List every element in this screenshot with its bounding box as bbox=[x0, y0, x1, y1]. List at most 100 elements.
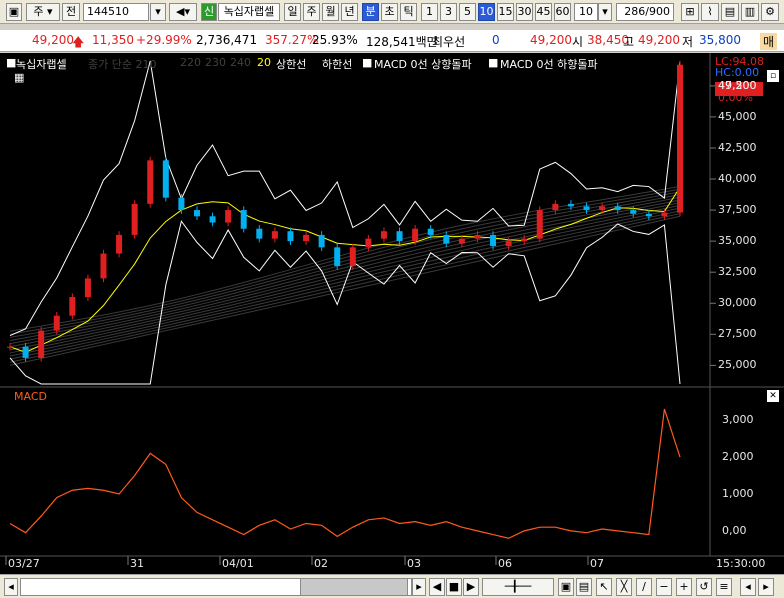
candle bbox=[256, 228, 263, 239]
range-value: 286 bbox=[624, 5, 646, 18]
count-input[interactable]: 10 bbox=[574, 3, 598, 21]
candle bbox=[116, 234, 123, 254]
grid-icon[interactable]: ⊞ bbox=[681, 3, 699, 21]
candle bbox=[193, 210, 200, 217]
window-icon[interactable]: ▣ bbox=[6, 3, 22, 21]
macd-tick-label: 3,000 bbox=[722, 413, 754, 427]
num-60[interactable]: 60 bbox=[554, 3, 571, 21]
plus-icon[interactable]: + bbox=[676, 578, 692, 596]
candle bbox=[645, 213, 652, 217]
macd-tick-label: 1,000 bbox=[722, 486, 754, 500]
crosshair-icon[interactable]: ╳ bbox=[616, 578, 632, 596]
candle bbox=[521, 238, 528, 242]
candle bbox=[7, 346, 13, 348]
up-arrow-icon: 🡅 bbox=[72, 35, 85, 49]
candle bbox=[225, 210, 232, 223]
scroll-right-icon[interactable]: ▸ bbox=[412, 578, 426, 596]
legend-item-lower[interactable]: 하한선 bbox=[322, 56, 352, 72]
grid-toggle-icon[interactable]: ▦ bbox=[14, 71, 24, 84]
stop-icon[interactable]: ■ bbox=[446, 578, 462, 596]
candle bbox=[84, 278, 91, 298]
market-select[interactable]: 주 ▾ bbox=[26, 3, 60, 21]
tf-day[interactable]: 일 bbox=[284, 3, 301, 21]
code-dropdown-icon[interactable]: ▾ bbox=[150, 3, 166, 21]
scroll-left-icon[interactable]: ◂ bbox=[4, 578, 18, 596]
candle bbox=[100, 253, 107, 279]
candle bbox=[318, 234, 325, 248]
quote-amount: 128,541백만 bbox=[366, 35, 438, 49]
chart-window: ▣ 주 ▾ 전 144510 ▾ ◀▾ 신 녹십자랩셀 일 주 월 년 분 초 … bbox=[0, 0, 784, 598]
num-1[interactable]: 1 bbox=[421, 3, 438, 21]
list-icon[interactable]: ≡ bbox=[716, 578, 732, 596]
prev-icon[interactable]: ◀ bbox=[429, 578, 445, 596]
tf-year[interactable]: 년 bbox=[341, 3, 358, 21]
tf-minute[interactable]: 분 bbox=[362, 3, 379, 21]
cursor-icon[interactable]: ↖ bbox=[596, 578, 612, 596]
quote-bar: 49,200 🡅 11,350 +29.99% 2,736,471 357.27… bbox=[0, 30, 784, 52]
quote-zero: 0 bbox=[492, 33, 500, 47]
zoom-out-icon[interactable]: ▤ bbox=[576, 578, 592, 596]
candle bbox=[380, 231, 387, 239]
time-axis: 03/27 31 04/01 02 03 06 07 bbox=[0, 557, 784, 573]
macd-title: MACD bbox=[14, 390, 47, 403]
quote-price: 49,200 bbox=[32, 33, 74, 47]
candle bbox=[365, 238, 372, 248]
reset-icon[interactable]: ↺ bbox=[696, 578, 712, 596]
legend-item-240[interactable]: 240 bbox=[230, 56, 251, 69]
high-label: 고 bbox=[623, 35, 635, 49]
legend-item-230[interactable]: 230 bbox=[205, 56, 226, 69]
next-icon[interactable]: ▶ bbox=[463, 578, 479, 596]
market-label: 주 bbox=[33, 5, 44, 18]
chart-area bbox=[0, 53, 784, 598]
num-30[interactable]: 30 bbox=[516, 3, 533, 21]
macd-close-icon[interactable]: ✕ bbox=[767, 390, 779, 402]
range-total: /900 bbox=[645, 5, 670, 18]
legend-item-macd-down[interactable]: MACD 0선 하향돌파 bbox=[500, 56, 598, 72]
quote-high: 49,200 bbox=[638, 33, 680, 47]
time-tick-label: 06 bbox=[498, 557, 512, 570]
tf-tick[interactable]: 틱 bbox=[400, 3, 417, 21]
num-45[interactable]: 45 bbox=[535, 3, 552, 21]
num-10[interactable]: 10 bbox=[478, 3, 495, 21]
range-display: 286/900 bbox=[616, 3, 674, 21]
legend-item-stock[interactable]: 녹십자랩셀 bbox=[16, 56, 67, 72]
time-tick-label: 03/27 bbox=[8, 557, 40, 570]
candle bbox=[162, 160, 169, 198]
sound-icon[interactable]: ◀▾ bbox=[169, 3, 197, 21]
legend: ■ 녹십자랩셀 종가 단순 210 220 230 240 20 상한선 하한선… bbox=[0, 56, 706, 84]
tf-second[interactable]: 초 bbox=[381, 3, 398, 21]
candle bbox=[630, 210, 637, 214]
num-3[interactable]: 3 bbox=[440, 3, 457, 21]
legend-item-220[interactable]: 220 bbox=[180, 56, 201, 69]
period-button[interactable]: 전 bbox=[62, 3, 80, 21]
trend-icon[interactable]: ∕ bbox=[636, 578, 652, 596]
num-15[interactable]: 15 bbox=[497, 3, 514, 21]
quote-volume: 2,736,471 bbox=[196, 33, 258, 47]
tf-week[interactable]: 주 bbox=[303, 3, 320, 21]
candle bbox=[334, 247, 341, 266]
count-dropdown-icon[interactable]: ▾ bbox=[598, 3, 612, 21]
num-5[interactable]: 5 bbox=[459, 3, 476, 21]
candle bbox=[443, 234, 450, 244]
candle bbox=[677, 64, 683, 213]
legend-item-20[interactable]: 20 bbox=[257, 56, 271, 69]
right-icon[interactable]: ▸ bbox=[758, 578, 774, 596]
time-tick-label: 02 bbox=[314, 557, 328, 570]
legend-item-sma210[interactable]: 종가 단순 210 bbox=[88, 56, 156, 72]
zoom-in-icon[interactable]: ▣ bbox=[558, 578, 574, 596]
code-input[interactable]: 144510 bbox=[83, 3, 149, 21]
candle bbox=[458, 238, 465, 244]
price-close-icon[interactable]: ▫ bbox=[767, 70, 779, 82]
candle bbox=[287, 231, 294, 242]
scrollbar-thumb[interactable] bbox=[300, 578, 408, 596]
candle bbox=[240, 210, 247, 229]
left-icon[interactable]: ◂ bbox=[740, 578, 756, 596]
open-label: 시 bbox=[572, 35, 584, 49]
zoom-slider[interactable]: ─╂── bbox=[482, 578, 554, 596]
candle bbox=[614, 206, 621, 211]
legend-item-macd-up[interactable]: MACD 0선 상향돌파 bbox=[374, 56, 472, 72]
minus-icon[interactable]: − bbox=[656, 578, 672, 596]
legend-item-upper[interactable]: 상한선 bbox=[276, 56, 306, 72]
candle bbox=[427, 228, 434, 235]
tf-month[interactable]: 월 bbox=[322, 3, 339, 21]
